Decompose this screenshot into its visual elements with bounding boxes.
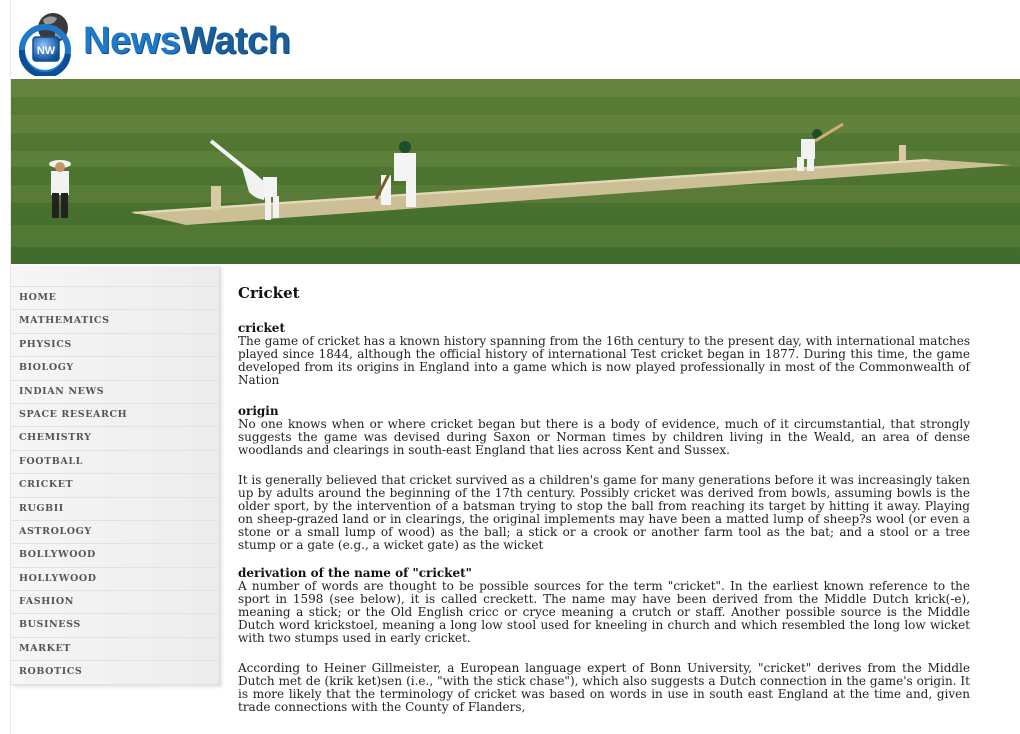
- article: Cricket cricket The game of cricket has …: [238, 284, 970, 731]
- section-heading: cricket: [238, 321, 285, 335]
- nav-item-astrology[interactable]: ASTROLOGY: [11, 521, 219, 545]
- section-paragraph: A number of words are thought to be poss…: [238, 579, 970, 645]
- nav-item-biology[interactable]: BIOLOGY: [11, 357, 219, 381]
- logo-text-news: News: [83, 20, 181, 62]
- section-paragraph: It is generally believed that cricket su…: [238, 473, 970, 552]
- nav-item-football[interactable]: FOOTBALL: [11, 451, 219, 475]
- nav-item-chemistry[interactable]: CHEMISTRY: [11, 427, 219, 451]
- sidebar: HOME MATHEMATICS PHYSICS BIOLOGY INDIAN …: [11, 266, 220, 685]
- nav-item-robotics[interactable]: ROBOTICS: [11, 661, 219, 685]
- nav-item-business[interactable]: BUSINESS: [11, 614, 219, 638]
- nav-item-rugbii[interactable]: RUGBII: [11, 498, 219, 521]
- nav-item-physics[interactable]: PHYSICS: [11, 334, 219, 358]
- section-paragraph: The game of cricket has a known history …: [238, 334, 970, 387]
- header: NW NewsWatch: [11, 0, 1020, 79]
- page: NW NewsWatch HOME MATHEMATICS PHYSICS BI…: [10, 0, 1020, 734]
- nav-item-bollywood[interactable]: BOLLYWOOD: [11, 544, 219, 568]
- nav-item-space-research[interactable]: SPACE RESEARCH: [11, 404, 219, 428]
- nav-item-market[interactable]: MARKET: [11, 638, 219, 662]
- page-title: Cricket: [238, 284, 300, 302]
- nav-item-cricket[interactable]: CRICKET: [11, 474, 219, 498]
- nav-item-indian-news[interactable]: INDIAN NEWS: [11, 381, 219, 404]
- section-heading: derivation of the name of "cricket": [238, 566, 472, 580]
- section-heading: origin: [238, 404, 279, 418]
- globe-logo-icon[interactable]: NW: [13, 6, 79, 79]
- sidebar-nav: HOME MATHEMATICS PHYSICS BIOLOGY INDIAN …: [11, 266, 219, 685]
- nav-item-fashion[interactable]: FASHION: [11, 591, 219, 615]
- nav-item-home[interactable]: HOME: [11, 286, 219, 311]
- logo-text-watch: Watch: [180, 20, 291, 62]
- nav-item-hollywood[interactable]: HOLLYWOOD: [11, 568, 219, 592]
- logo-badge: NW: [37, 45, 56, 57]
- section-paragraph: No one knows when or where cricket began…: [238, 417, 970, 457]
- section-paragraph: According to Heiner Gillmeister, a Europ…: [238, 661, 970, 714]
- cricket-banner-image: [11, 79, 1020, 264]
- site-logo-text[interactable]: NewsWatch: [83, 20, 291, 63]
- nav-item-mathematics[interactable]: MATHEMATICS: [11, 310, 219, 334]
